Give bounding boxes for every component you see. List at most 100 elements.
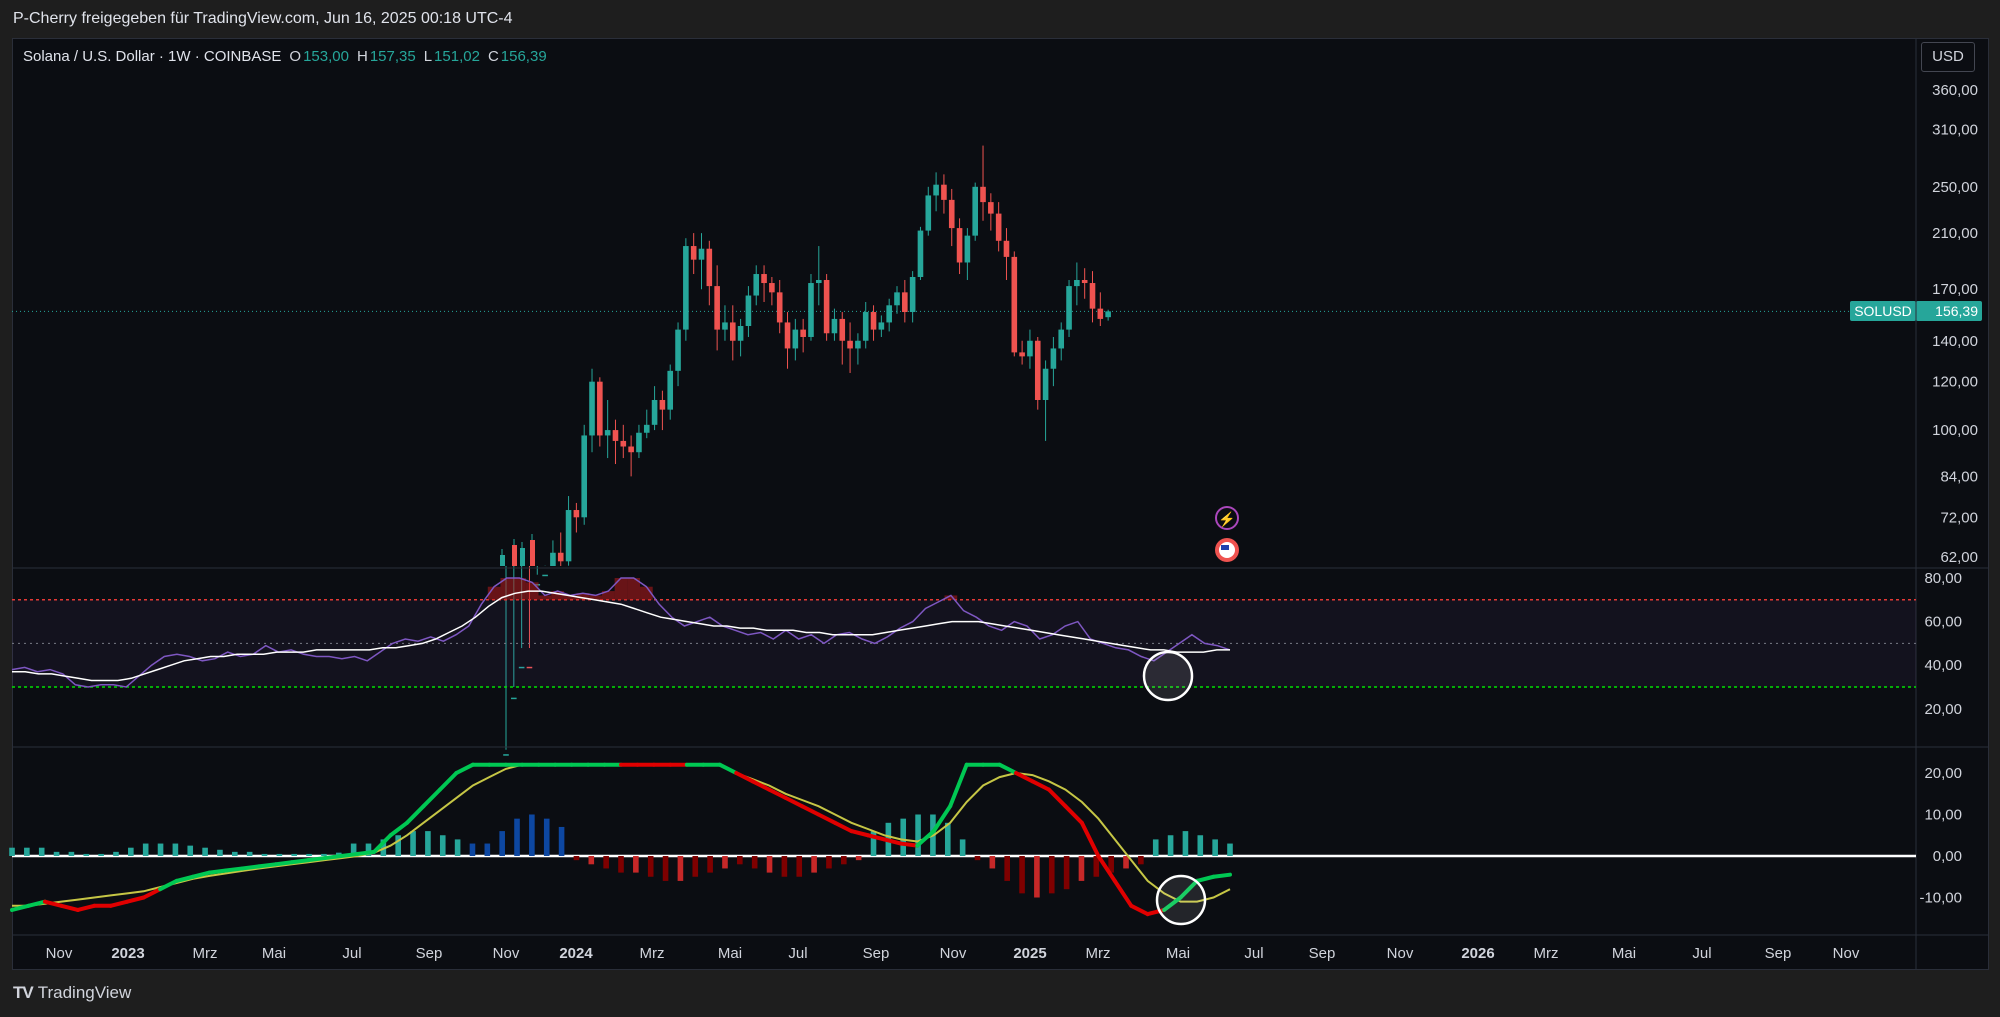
macd-histogram-bar: [291, 853, 298, 856]
macd-histogram-bar: [1004, 856, 1010, 881]
macd-histogram-bar: [499, 831, 505, 856]
legend-h-label: H: [357, 48, 368, 65]
macd-histogram-bar: [543, 818, 550, 856]
footer-bar: [0, 970, 2000, 1017]
candle-body: [917, 230, 924, 277]
price-axis-label: 72,00: [1940, 509, 1978, 526]
time-axis-label: 2024: [559, 945, 593, 962]
macd-histogram-bar: [1019, 856, 1025, 894]
tradingview-logo[interactable]: TV TradingView: [13, 983, 131, 1003]
candle-body: [1027, 340, 1033, 357]
chart-canvas[interactable]: 360,00 310,00 250,00 210,00 170,00 140,00 120,…: [0, 0, 2000, 1017]
macd-histogram-bar: [53, 851, 60, 856]
macd-histogram-bar: [781, 856, 788, 877]
time-axis-label: Mai: [1166, 945, 1190, 962]
rsi-axis-label: 40,00: [1924, 657, 1962, 674]
price-axis-label: 210,00: [1932, 225, 1978, 242]
candle-body: [737, 325, 744, 341]
macd-line-segment: [207, 868, 228, 875]
candle-body: [542, 574, 548, 577]
time-axis-label: 2023: [111, 945, 144, 962]
macd-line-segment: [240, 864, 261, 871]
candle-body: [729, 322, 736, 341]
macd-highlight-circle: [1155, 874, 1207, 926]
macd-histogram-bar: [142, 843, 149, 856]
macd-histogram-bar: [172, 843, 179, 856]
macd-histogram-bar: [1182, 831, 1189, 856]
rsi-overbought-fill: [614, 578, 628, 600]
time-axis-label: Sep: [416, 945, 443, 962]
macd-line-segment: [1079, 820, 1101, 858]
time-axis-label: Jul: [1244, 945, 1263, 962]
macd-line-segment: [388, 820, 410, 838]
macd-histogram-bar: [796, 856, 803, 877]
macd-histogram-bar: [1078, 856, 1085, 881]
macd-histogram-bar: [974, 856, 981, 861]
candle-body: [714, 286, 720, 330]
us-flag-canton: [1221, 545, 1229, 550]
macd-histogram-bar: [217, 849, 223, 856]
early-candle: [520, 548, 525, 566]
macd-line-segment: [734, 771, 755, 784]
legend-l-value: 151,02: [434, 48, 480, 65]
macd-histogram-bar: [484, 843, 491, 856]
price-axis-label: 120,00: [1932, 374, 1978, 391]
candle-body: [1058, 329, 1065, 349]
candle-body: [1097, 308, 1104, 319]
time-axis-label: 2025: [1013, 945, 1046, 962]
price-axis-label: 140,00: [1932, 333, 1978, 350]
candle-body: [745, 295, 752, 326]
candle-body: [808, 283, 814, 337]
macd-histogram-bar: [737, 856, 743, 865]
time-axis-label: 2026: [1461, 945, 1494, 962]
macd-histogram-bar: [900, 818, 907, 856]
macd-histogram-bar: [425, 831, 431, 856]
flash-event-glyph: ⚡: [1218, 511, 1235, 528]
macd-histogram-bar: [692, 856, 699, 877]
macd-histogram-bar: [128, 847, 134, 856]
macd-signal-line: [12, 763, 1231, 907]
macd-line-segment: [289, 858, 311, 865]
candle-body: [878, 322, 885, 330]
time-axis-label: Sep: [1765, 945, 1792, 962]
macd-histogram-bar: [469, 843, 476, 856]
candle-body: [612, 430, 619, 441]
candle-body: [776, 292, 783, 323]
macd-line-segment: [26, 899, 47, 908]
price-tag-label: 156,39: [1935, 303, 1978, 319]
early-candle: [512, 545, 517, 566]
currency-button[interactable]: USD: [1921, 42, 1975, 72]
macd-line-segment: [832, 820, 854, 834]
macd-line-segment: [405, 804, 426, 825]
price-axis-label: 360,00: [1932, 82, 1978, 99]
candle-body: [589, 381, 595, 436]
macd-axis-label: 10,00: [1924, 807, 1962, 824]
rsi-highlight-circle: [1142, 650, 1194, 702]
macd-line-segment: [75, 903, 97, 912]
macd-histogram-bar: [618, 856, 624, 873]
time-axis-label: Mrz: [1086, 945, 1111, 962]
time-axis-label: Nov: [1387, 945, 1414, 962]
candle-body: [675, 329, 681, 371]
macd-line-segment: [421, 787, 442, 809]
macd-histogram-bar: [68, 851, 75, 856]
legend-l-label: L: [424, 48, 432, 65]
candle-body: [573, 510, 580, 518]
candle-body: [941, 184, 947, 200]
macd-line-segment: [800, 804, 821, 817]
candle-body: [1074, 279, 1080, 287]
candle-body: [792, 329, 799, 349]
candle-body: [597, 381, 603, 436]
macd-histogram-bar: [573, 856, 580, 861]
macd-histogram-bar: [9, 847, 15, 856]
macd-line-segment: [1211, 872, 1232, 879]
early-candle: [500, 555, 505, 566]
candle-body: [1050, 348, 1057, 369]
rsi-axis-label: 20,00: [1924, 701, 1962, 718]
macd-histogram-bar: [915, 814, 921, 856]
macd-line-segment: [849, 829, 870, 838]
macd-histogram-bar: [707, 856, 713, 873]
candle-body: [823, 279, 830, 334]
macd-histogram-bar: [83, 853, 90, 856]
candle-body: [628, 446, 634, 453]
